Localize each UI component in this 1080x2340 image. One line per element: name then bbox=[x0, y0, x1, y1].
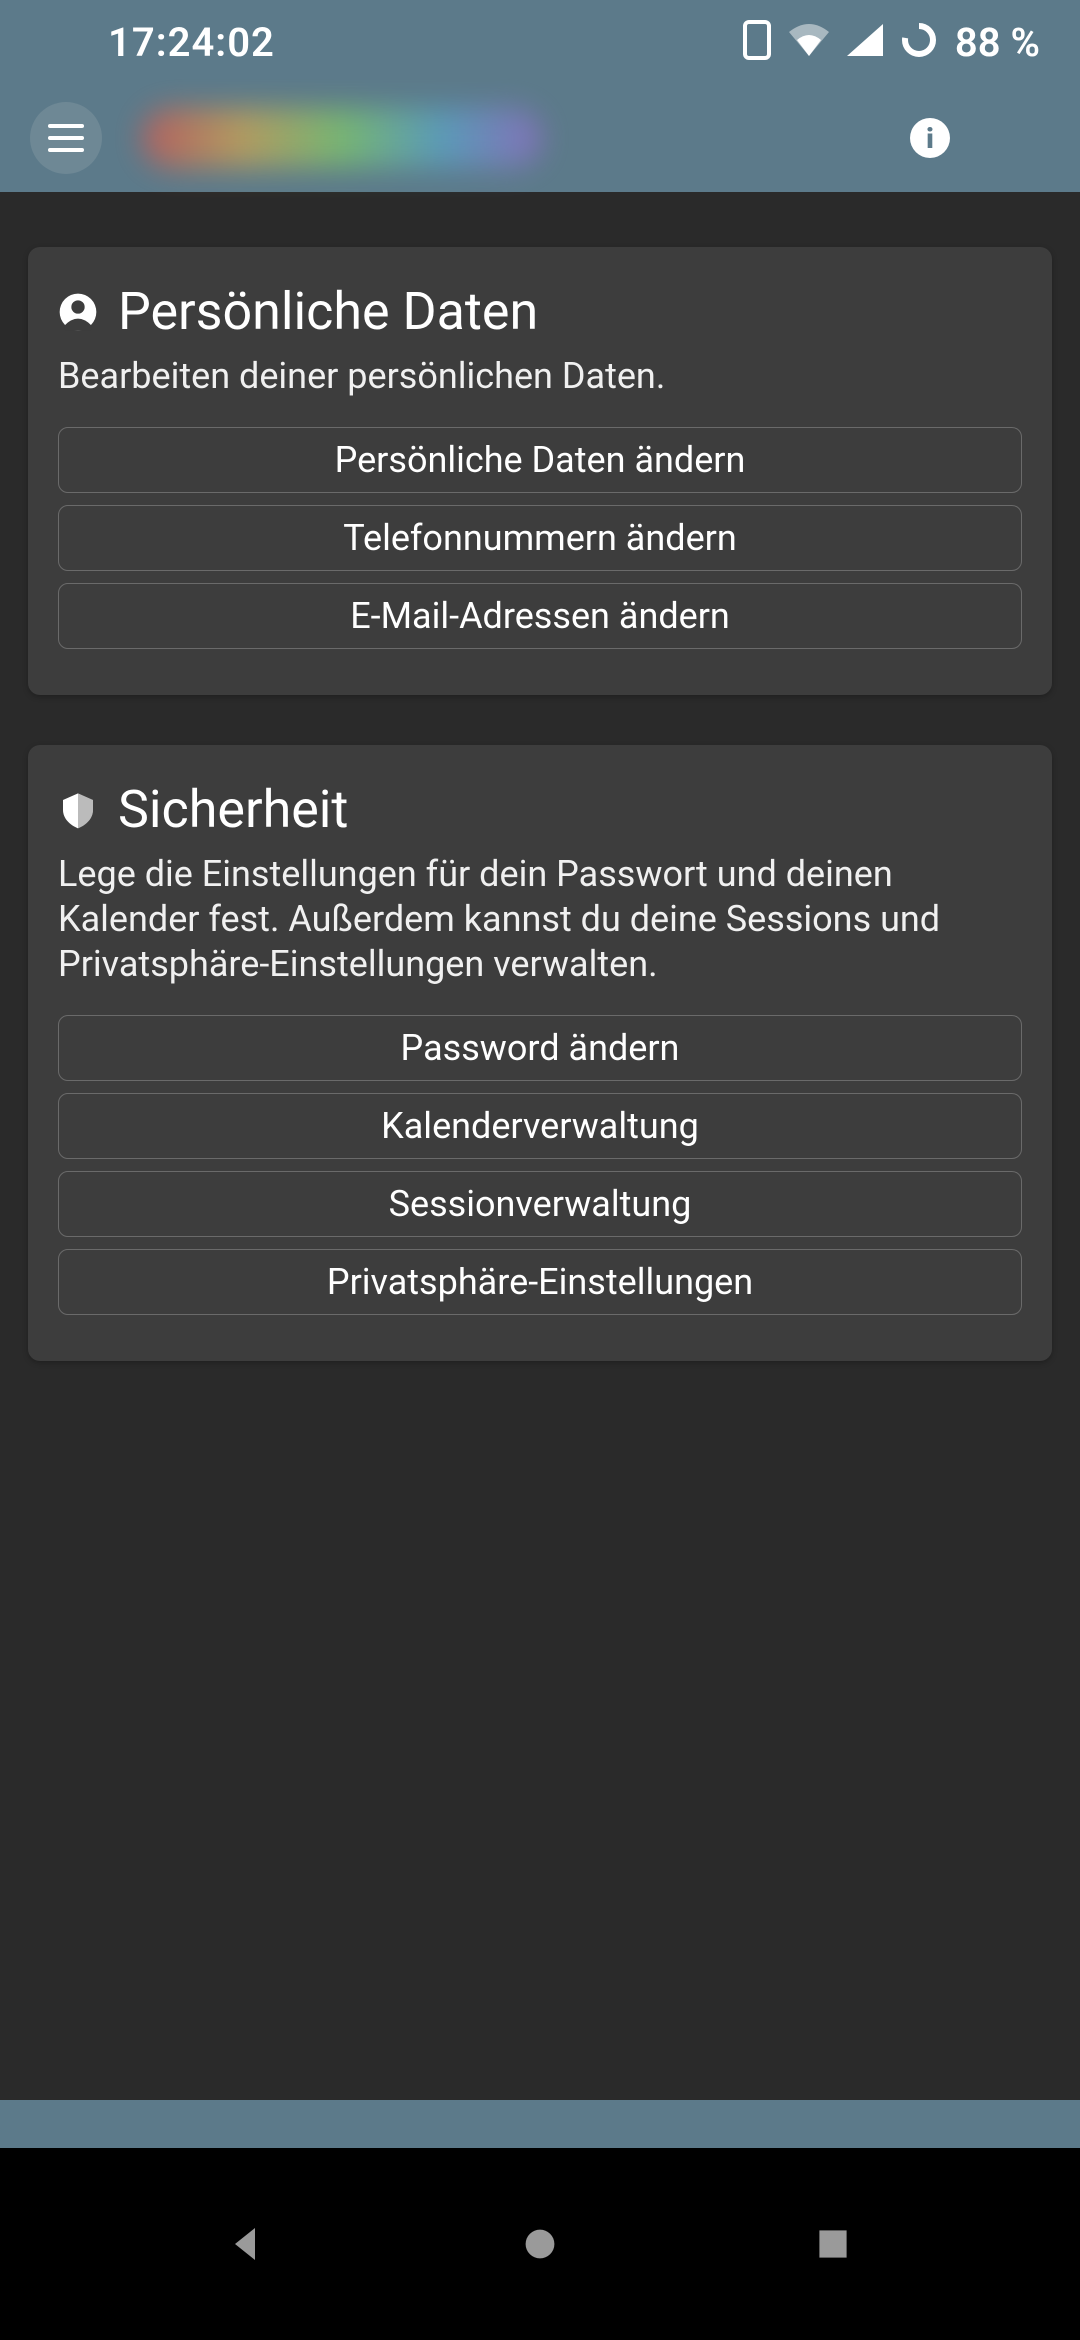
info-icon: i bbox=[926, 122, 934, 155]
app-bar: i bbox=[0, 84, 1080, 192]
card-title-text: Sicherheit bbox=[118, 779, 348, 840]
signal-icon bbox=[847, 24, 883, 60]
session-management-button[interactable]: Sessionverwaltung bbox=[58, 1171, 1022, 1237]
person-icon bbox=[58, 292, 98, 332]
android-nav-bar bbox=[0, 2148, 1080, 2340]
card-title-text: Persönliche Daten bbox=[118, 281, 538, 342]
status-time: 17:24:02 bbox=[108, 19, 275, 66]
change-password-button[interactable]: Password ändern bbox=[58, 1015, 1022, 1081]
info-button[interactable]: i bbox=[910, 118, 950, 158]
card-personal-data: Persönliche Daten Bearbeiten deiner pers… bbox=[28, 247, 1052, 695]
nav-home-button[interactable] bbox=[515, 2219, 565, 2269]
privacy-settings-button[interactable]: Privatsphäre-Einstellungen bbox=[58, 1249, 1022, 1315]
card-subtitle-personal: Bearbeiten deiner persönlichen Daten. bbox=[58, 354, 1022, 399]
edit-personal-data-button[interactable]: Persönliche Daten ändern bbox=[58, 427, 1022, 493]
card-subtitle-security: Lege die Einstellungen für dein Passwort… bbox=[58, 852, 1022, 987]
nav-back-button[interactable] bbox=[222, 2219, 272, 2269]
data-saver-icon bbox=[901, 22, 937, 62]
calendar-management-button[interactable]: Kalenderverwaltung bbox=[58, 1093, 1022, 1159]
device-icon bbox=[743, 20, 771, 64]
nav-recent-button[interactable] bbox=[808, 2219, 858, 2269]
card-security: Sicherheit Lege die Einstellungen für de… bbox=[28, 745, 1052, 1361]
wifi-icon bbox=[789, 24, 829, 60]
edit-email-addresses-button[interactable]: E-Mail-Adressen ändern bbox=[58, 583, 1022, 649]
shield-icon bbox=[58, 790, 98, 830]
app-logo-blurred bbox=[142, 108, 542, 168]
content-area: Persönliche Daten Bearbeiten deiner pers… bbox=[0, 192, 1080, 1361]
footer-strip bbox=[0, 2100, 1080, 2148]
battery-percent: 88 % bbox=[955, 19, 1040, 66]
status-bar: 17:24:02 88 % bbox=[0, 0, 1080, 84]
card-title-personal: Persönliche Daten bbox=[58, 281, 1022, 342]
menu-button[interactable] bbox=[30, 102, 102, 174]
card-title-security: Sicherheit bbox=[58, 779, 1022, 840]
status-right: 88 % bbox=[743, 19, 1040, 66]
edit-phone-numbers-button[interactable]: Telefonnummern ändern bbox=[58, 505, 1022, 571]
